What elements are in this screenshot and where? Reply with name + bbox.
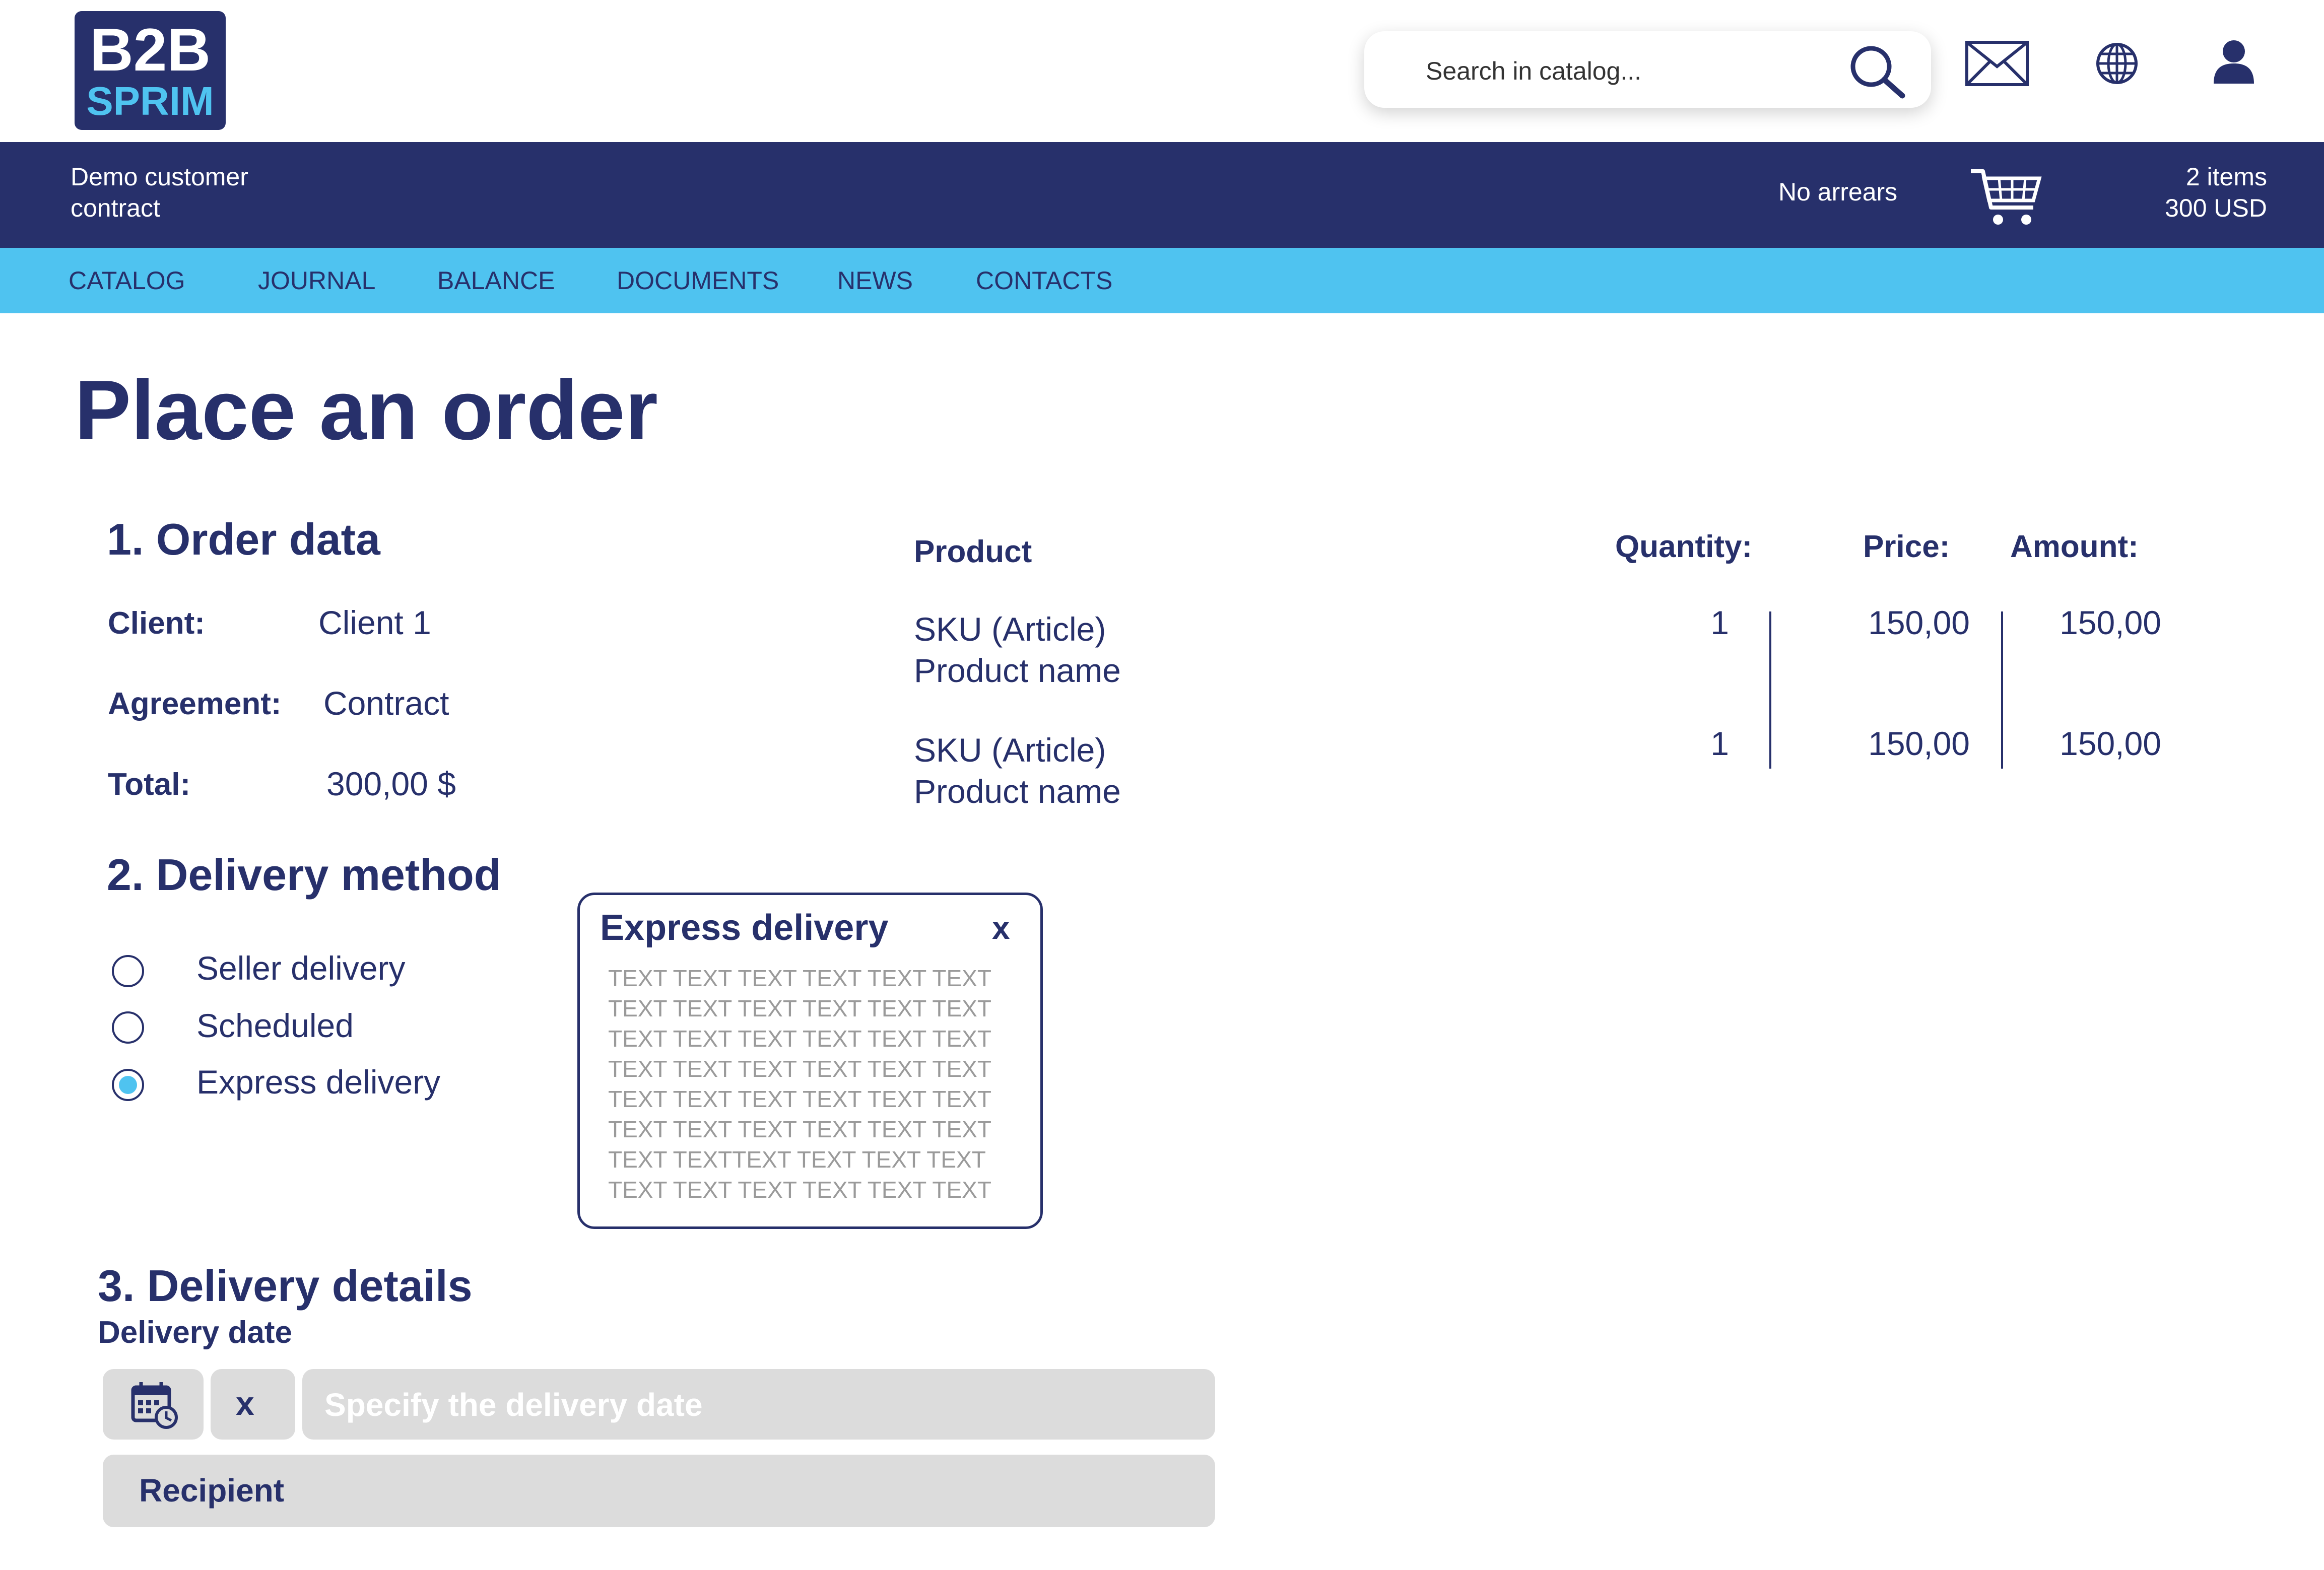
nav-contacts[interactable]: CONTACTS — [976, 266, 1112, 295]
popup-text-line: TEXT TEXT TEXT TEXT TEXT TEXT — [608, 1177, 991, 1203]
row-2-amount: 150,00 — [2060, 725, 2161, 762]
search-icon[interactable] — [1847, 43, 1907, 99]
row-2-quantity: 1 — [1710, 725, 1729, 762]
total-value: 300,00 $ — [326, 765, 456, 802]
amount-header: Amount: — [2010, 529, 2139, 564]
nav-balance[interactable]: BALANCE — [437, 266, 555, 295]
user-icon[interactable] — [2212, 38, 2256, 85]
product-sku: SKU (Article) — [914, 731, 1106, 769]
nav-journal[interactable]: JOURNAL — [258, 266, 375, 295]
column-divider — [1769, 611, 1771, 769]
popup-text-line: TEXT TEXT TEXT TEXT TEXT TEXT — [608, 1056, 991, 1082]
svg-text:SPRIM: SPRIM — [86, 79, 214, 123]
agreement-label: Agreement: — [108, 687, 282, 721]
recipient-label: Recipient — [139, 1472, 285, 1509]
arrears-status: No arrears — [1778, 178, 1898, 206]
delivery-date-label: Delivery date — [98, 1315, 292, 1350]
product-row-2[interactable]: SKU (Article) Product name — [914, 729, 1121, 812]
option-label[interactable]: Seller delivery — [196, 949, 406, 987]
price-header: Price: — [1863, 529, 1950, 564]
mail-icon[interactable] — [1965, 40, 2029, 87]
account-bar: Demo customer contract No arrears 2 item… — [0, 142, 2324, 248]
b2b-sprim-logo[interactable]: B2B SPRIM — [75, 11, 226, 130]
express-delivery-popup: Express delivery x TEXT TEXT TEXT TEXT T… — [577, 893, 1043, 1229]
search-input[interactable]: Search in catalog... — [1426, 56, 1641, 86]
main-nav: CATALOG JOURNAL BALANCE DOCUMENTS NEWS C… — [0, 248, 2324, 313]
calendar-button[interactable] — [103, 1369, 204, 1440]
recipient-field[interactable]: Recipient — [103, 1455, 1215, 1527]
radio-seller-delivery[interactable] — [112, 955, 144, 987]
product-name: Product name — [914, 773, 1121, 810]
clear-icon: x — [236, 1385, 254, 1422]
column-divider — [2001, 611, 2003, 769]
popup-text-line: TEXT TEXT TEXT TEXT TEXT TEXT — [608, 965, 991, 991]
product-row-1[interactable]: SKU (Article) Product name — [914, 608, 1121, 691]
customer-contract[interactable]: Demo customer contract — [71, 161, 282, 224]
option-label[interactable]: Express delivery — [196, 1063, 440, 1101]
agreement-value: Contract — [323, 685, 449, 722]
svg-text:B2B: B2B — [90, 16, 211, 84]
radio-express-delivery[interactable] — [112, 1069, 144, 1101]
product-name: Product name — [914, 652, 1121, 689]
cart-icon[interactable] — [1969, 167, 2043, 228]
popup-title: Express delivery — [600, 908, 889, 948]
nav-documents[interactable]: DOCUMENTS — [617, 266, 779, 295]
popup-text-line: TEXT TEXT TEXT TEXT TEXT TEXT — [608, 1116, 991, 1142]
cart-items-count: 2 items — [2185, 163, 2267, 191]
delivery-method-heading: 2. Delivery method — [107, 850, 501, 900]
product-sku: SKU (Article) — [914, 610, 1106, 648]
calendar-icon — [131, 1382, 178, 1429]
product-header: Product — [914, 534, 1032, 569]
option-label[interactable]: Scheduled — [196, 1006, 354, 1045]
row-2-price: 150,00 — [1868, 725, 1970, 762]
cart-total: 300 USD — [2165, 194, 2267, 222]
total-label: Total: — [108, 767, 191, 802]
search-box[interactable]: Search in catalog... — [1364, 31, 1931, 108]
nav-catalog[interactable]: CATALOG — [69, 266, 185, 295]
delivery-date-input[interactable]: Specify the delivery date — [302, 1369, 1215, 1440]
radio-scheduled[interactable] — [112, 1011, 144, 1044]
globe-icon[interactable] — [2095, 41, 2139, 86]
row-1-amount: 150,00 — [2060, 604, 2161, 641]
popup-text-line: TEXT TEXTTEXT TEXT TEXT TEXT — [608, 1146, 986, 1173]
popup-text-line: TEXT TEXT TEXT TEXT TEXT TEXT — [608, 1086, 991, 1112]
client-value: Client 1 — [318, 604, 431, 641]
popup-close-button[interactable]: x — [992, 909, 1010, 946]
delivery-date-placeholder: Specify the delivery date — [324, 1387, 703, 1423]
client-label: Client: — [108, 606, 205, 641]
row-1-quantity: 1 — [1710, 604, 1729, 641]
popup-text-line: TEXT TEXT TEXT TEXT TEXT TEXT — [608, 995, 991, 1021]
delivery-details-heading: 3. Delivery details — [98, 1261, 473, 1311]
quantity-header: Quantity: — [1615, 529, 1753, 564]
nav-news[interactable]: NEWS — [837, 266, 913, 295]
order-data-heading: 1. Order data — [107, 514, 380, 564]
cart-summary[interactable]: 2 items 300 USD — [2165, 161, 2267, 224]
row-1-price: 150,00 — [1868, 604, 1970, 641]
radio-selected-dot — [119, 1076, 137, 1094]
clear-date-button[interactable]: x — [211, 1369, 295, 1440]
popup-text-line: TEXT TEXT TEXT TEXT TEXT TEXT — [608, 1026, 991, 1052]
page-title: Place an order — [75, 363, 658, 457]
